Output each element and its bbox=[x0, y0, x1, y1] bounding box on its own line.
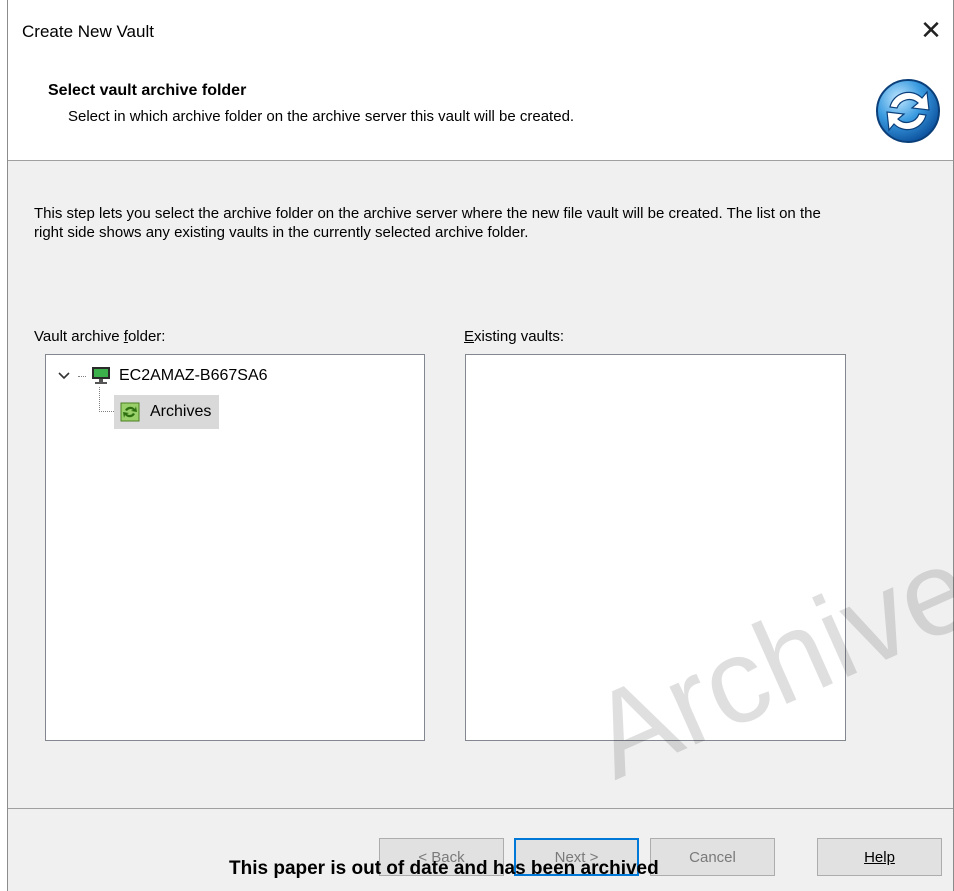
existing-vaults-list[interactable] bbox=[465, 354, 846, 741]
title-bar: Create New Vault ✕ bbox=[8, 0, 953, 64]
footer-divider bbox=[8, 808, 953, 809]
help-button[interactable]: Help bbox=[817, 838, 942, 876]
server-name: EC2AMAZ-B667SA6 bbox=[119, 367, 268, 384]
step-description: This step lets you select the archive fo… bbox=[34, 205, 821, 241]
tree-connector bbox=[78, 375, 86, 377]
archive-notice: This paper is out of date and has been a… bbox=[229, 858, 659, 879]
computer-icon bbox=[92, 367, 110, 384]
tree-connector-line bbox=[99, 387, 114, 412]
refresh-arrows-icon bbox=[876, 79, 940, 143]
window-title: Create New Vault bbox=[22, 22, 154, 41]
step-subtitle: Select in which archive folder on the ar… bbox=[68, 108, 575, 125]
tree-node-server[interactable]: EC2AMAZ-B667SA6 bbox=[56, 361, 268, 391]
existing-vaults-label: Existing vaults: bbox=[464, 328, 565, 345]
step-title: Select vault archive folder bbox=[48, 82, 247, 99]
wizard-header: Select vault archive folder Select in wh… bbox=[8, 64, 953, 161]
vault-archive-folder-label: Vault archive folder: bbox=[34, 328, 166, 345]
archives-folder-label: Archives bbox=[150, 403, 212, 420]
create-new-vault-dialog: Create New Vault ✕ Select vault archive … bbox=[7, 0, 954, 891]
archive-folder-tree[interactable]: EC2AMAZ-B667SA6 Archives bbox=[45, 354, 425, 741]
close-icon: ✕ bbox=[920, 14, 942, 45]
archive-folder-icon bbox=[120, 402, 140, 422]
close-button[interactable]: ✕ bbox=[909, 8, 953, 52]
chevron-down-icon[interactable] bbox=[56, 368, 72, 384]
tree-node-archives[interactable]: Archives bbox=[114, 395, 220, 429]
cancel-button[interactable]: Cancel bbox=[650, 838, 775, 876]
